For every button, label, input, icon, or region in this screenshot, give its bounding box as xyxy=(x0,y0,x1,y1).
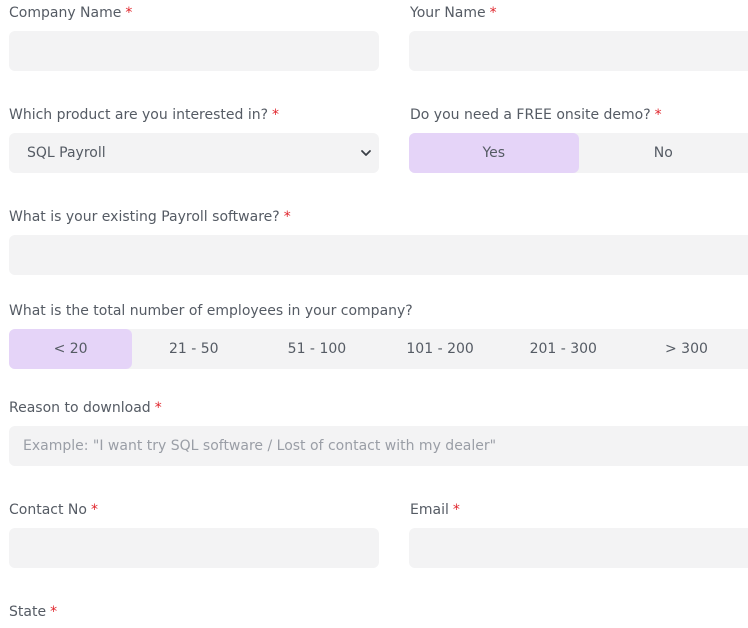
required-mark: * xyxy=(125,5,133,21)
demo-toggle: Yes No xyxy=(409,133,748,173)
contact-no-input[interactable] xyxy=(9,528,379,568)
contact-no-label: Contact No * xyxy=(9,502,98,518)
employees-option-201-300[interactable]: 201 - 300 xyxy=(502,329,625,369)
product-label: Which product are you interested in? * xyxy=(9,107,280,123)
company-name-input[interactable] xyxy=(9,31,379,71)
your-name-label: Your Name * xyxy=(410,5,497,21)
required-mark: * xyxy=(283,209,291,225)
chevron-down-icon xyxy=(359,146,373,160)
demo-option-no[interactable]: No xyxy=(579,133,748,173)
employees-label: What is the total number of employees in… xyxy=(9,303,413,319)
email-label: Email * xyxy=(410,502,460,518)
required-mark: * xyxy=(452,502,460,518)
employees-selector: < 20 21 - 50 51 - 100 101 - 200 201 - 30… xyxy=(9,329,748,369)
employees-option-51-100[interactable]: 51 - 100 xyxy=(255,329,378,369)
state-label: State * xyxy=(9,604,58,620)
demo-label: Do you need a FREE onsite demo? * xyxy=(410,107,662,123)
email-input[interactable] xyxy=(409,528,748,568)
demo-option-yes[interactable]: Yes xyxy=(409,133,579,173)
product-select-value: SQL Payroll xyxy=(27,145,106,161)
employees-option-21-50[interactable]: 21 - 50 xyxy=(132,329,255,369)
payroll-enquiry-form: Company Name * Your Name * Which product a… xyxy=(0,0,748,628)
reason-label: Reason to download * xyxy=(9,400,162,416)
required-mark: * xyxy=(489,5,497,21)
employees-option-101-200[interactable]: 101 - 200 xyxy=(379,329,502,369)
existing-software-label: What is your existing Payroll software? * xyxy=(9,209,291,225)
your-name-input[interactable] xyxy=(409,31,748,71)
employees-option-lt-20[interactable]: < 20 xyxy=(9,329,133,369)
required-mark: * xyxy=(50,604,58,620)
employees-option-gt-300[interactable]: > 300 xyxy=(625,329,748,369)
existing-software-input[interactable] xyxy=(9,235,748,275)
reason-input[interactable] xyxy=(9,426,748,466)
required-mark: * xyxy=(90,502,98,518)
required-mark: * xyxy=(654,107,662,123)
product-select[interactable]: SQL Payroll xyxy=(9,133,379,173)
company-name-label: Company Name * xyxy=(9,5,133,21)
required-mark: * xyxy=(154,400,162,416)
required-mark: * xyxy=(272,107,280,123)
